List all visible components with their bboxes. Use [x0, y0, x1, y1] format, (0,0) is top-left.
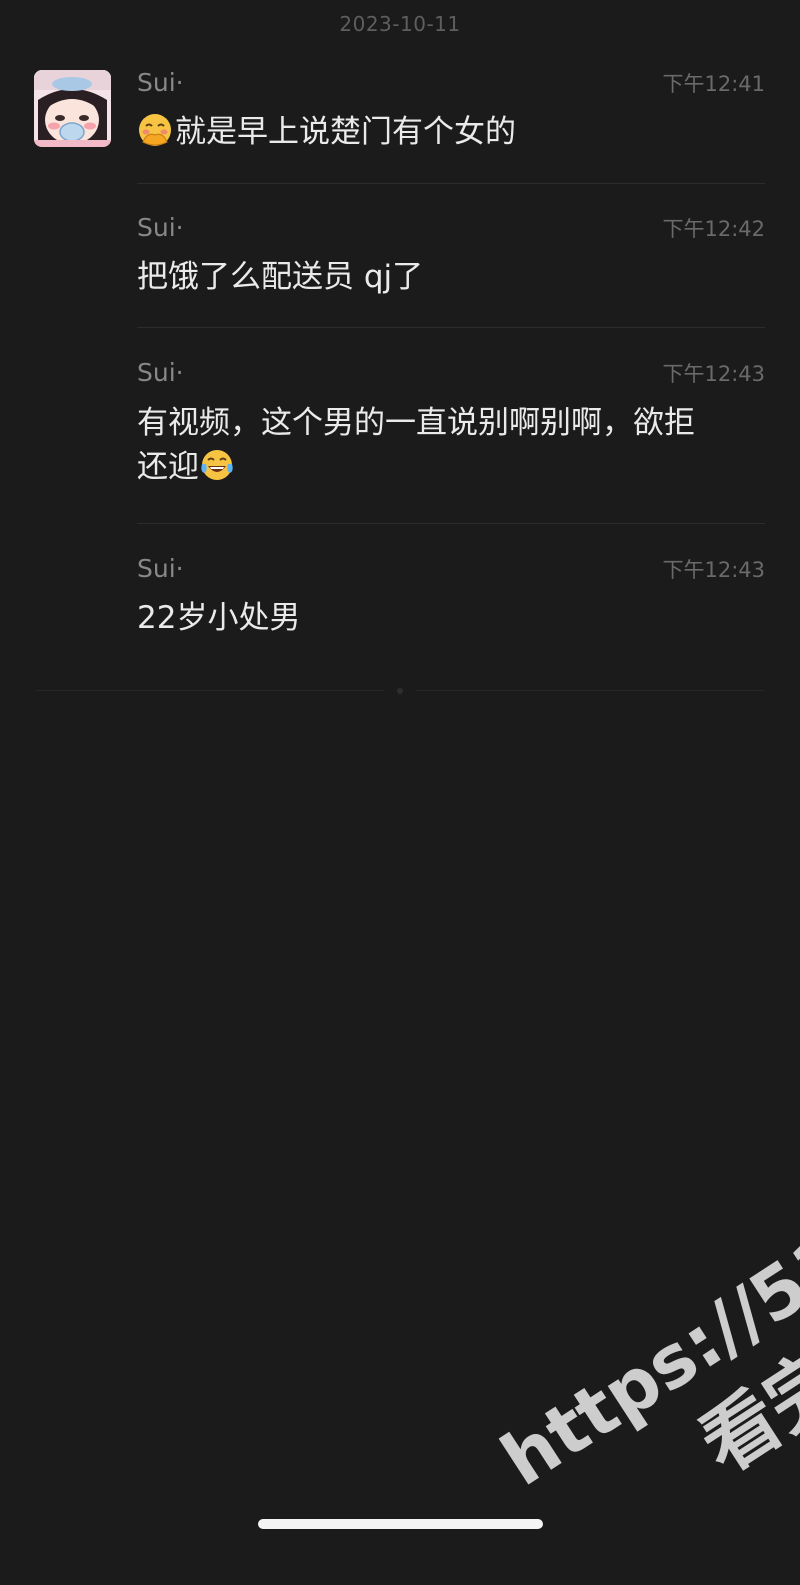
end-divider-right [415, 690, 765, 691]
message-text: 22岁小处男 [137, 600, 301, 636]
sender-name: Sui· [137, 213, 184, 242]
message-divider [137, 183, 765, 184]
sender-name: Sui· [137, 68, 184, 97]
message-item[interactable]: Sui· 下午12:41 就是早上说楚门有个女的 [137, 68, 765, 178]
message-text-line: 有视频，这个男的一直说别啊别啊，欲拒 [137, 405, 695, 441]
message-text-line: 还迎 [137, 445, 765, 489]
message-text: 就是早上说楚门有个女的 [137, 110, 765, 154]
message-item[interactable]: Sui· 下午12:42 把饿了么配送员 qj了 [137, 213, 765, 323]
watermark-url: https://51cg.lol [486, 1095, 800, 1502]
message-text-content: 还迎 [137, 449, 199, 485]
end-divider-dot [397, 688, 403, 694]
face-with-hand-over-mouth-emoji [139, 114, 171, 146]
message-item[interactable]: Sui· 下午12:43 22岁小处男 [137, 554, 765, 664]
sender-name: Sui· [137, 554, 184, 583]
message-divider [137, 523, 765, 524]
tears-of-joy-emoji [201, 450, 233, 480]
watermark: https://51cg.lol 看完整版 [330, 907, 800, 1502]
message-time: 下午12:41 [662, 72, 765, 96]
message-time: 下午12:43 [662, 558, 765, 582]
message-text: 有视频，这个男的一直说别啊别啊，欲拒 还迎 [137, 401, 765, 489]
message-text-content: 就是早上说楚门有个女的 [175, 114, 516, 150]
message-time: 下午12:43 [662, 362, 765, 386]
date-header: 2023-10-11 [0, 12, 800, 36]
end-divider-left [35, 690, 385, 691]
home-indicator[interactable] [258, 1519, 543, 1529]
avatar-image [34, 70, 111, 147]
sender-avatar[interactable] [34, 70, 111, 147]
watermark-caption: 看完整版 [684, 1249, 800, 1490]
message-text: 把饿了么配送员 qj了 [137, 259, 424, 295]
message-item[interactable]: Sui· 下午12:43 有视频，这个男的一直说别啊别啊，欲拒 还迎 [137, 358, 765, 518]
message-time: 下午12:42 [662, 217, 765, 241]
message-divider [137, 327, 765, 328]
sender-name: Sui· [137, 358, 184, 387]
